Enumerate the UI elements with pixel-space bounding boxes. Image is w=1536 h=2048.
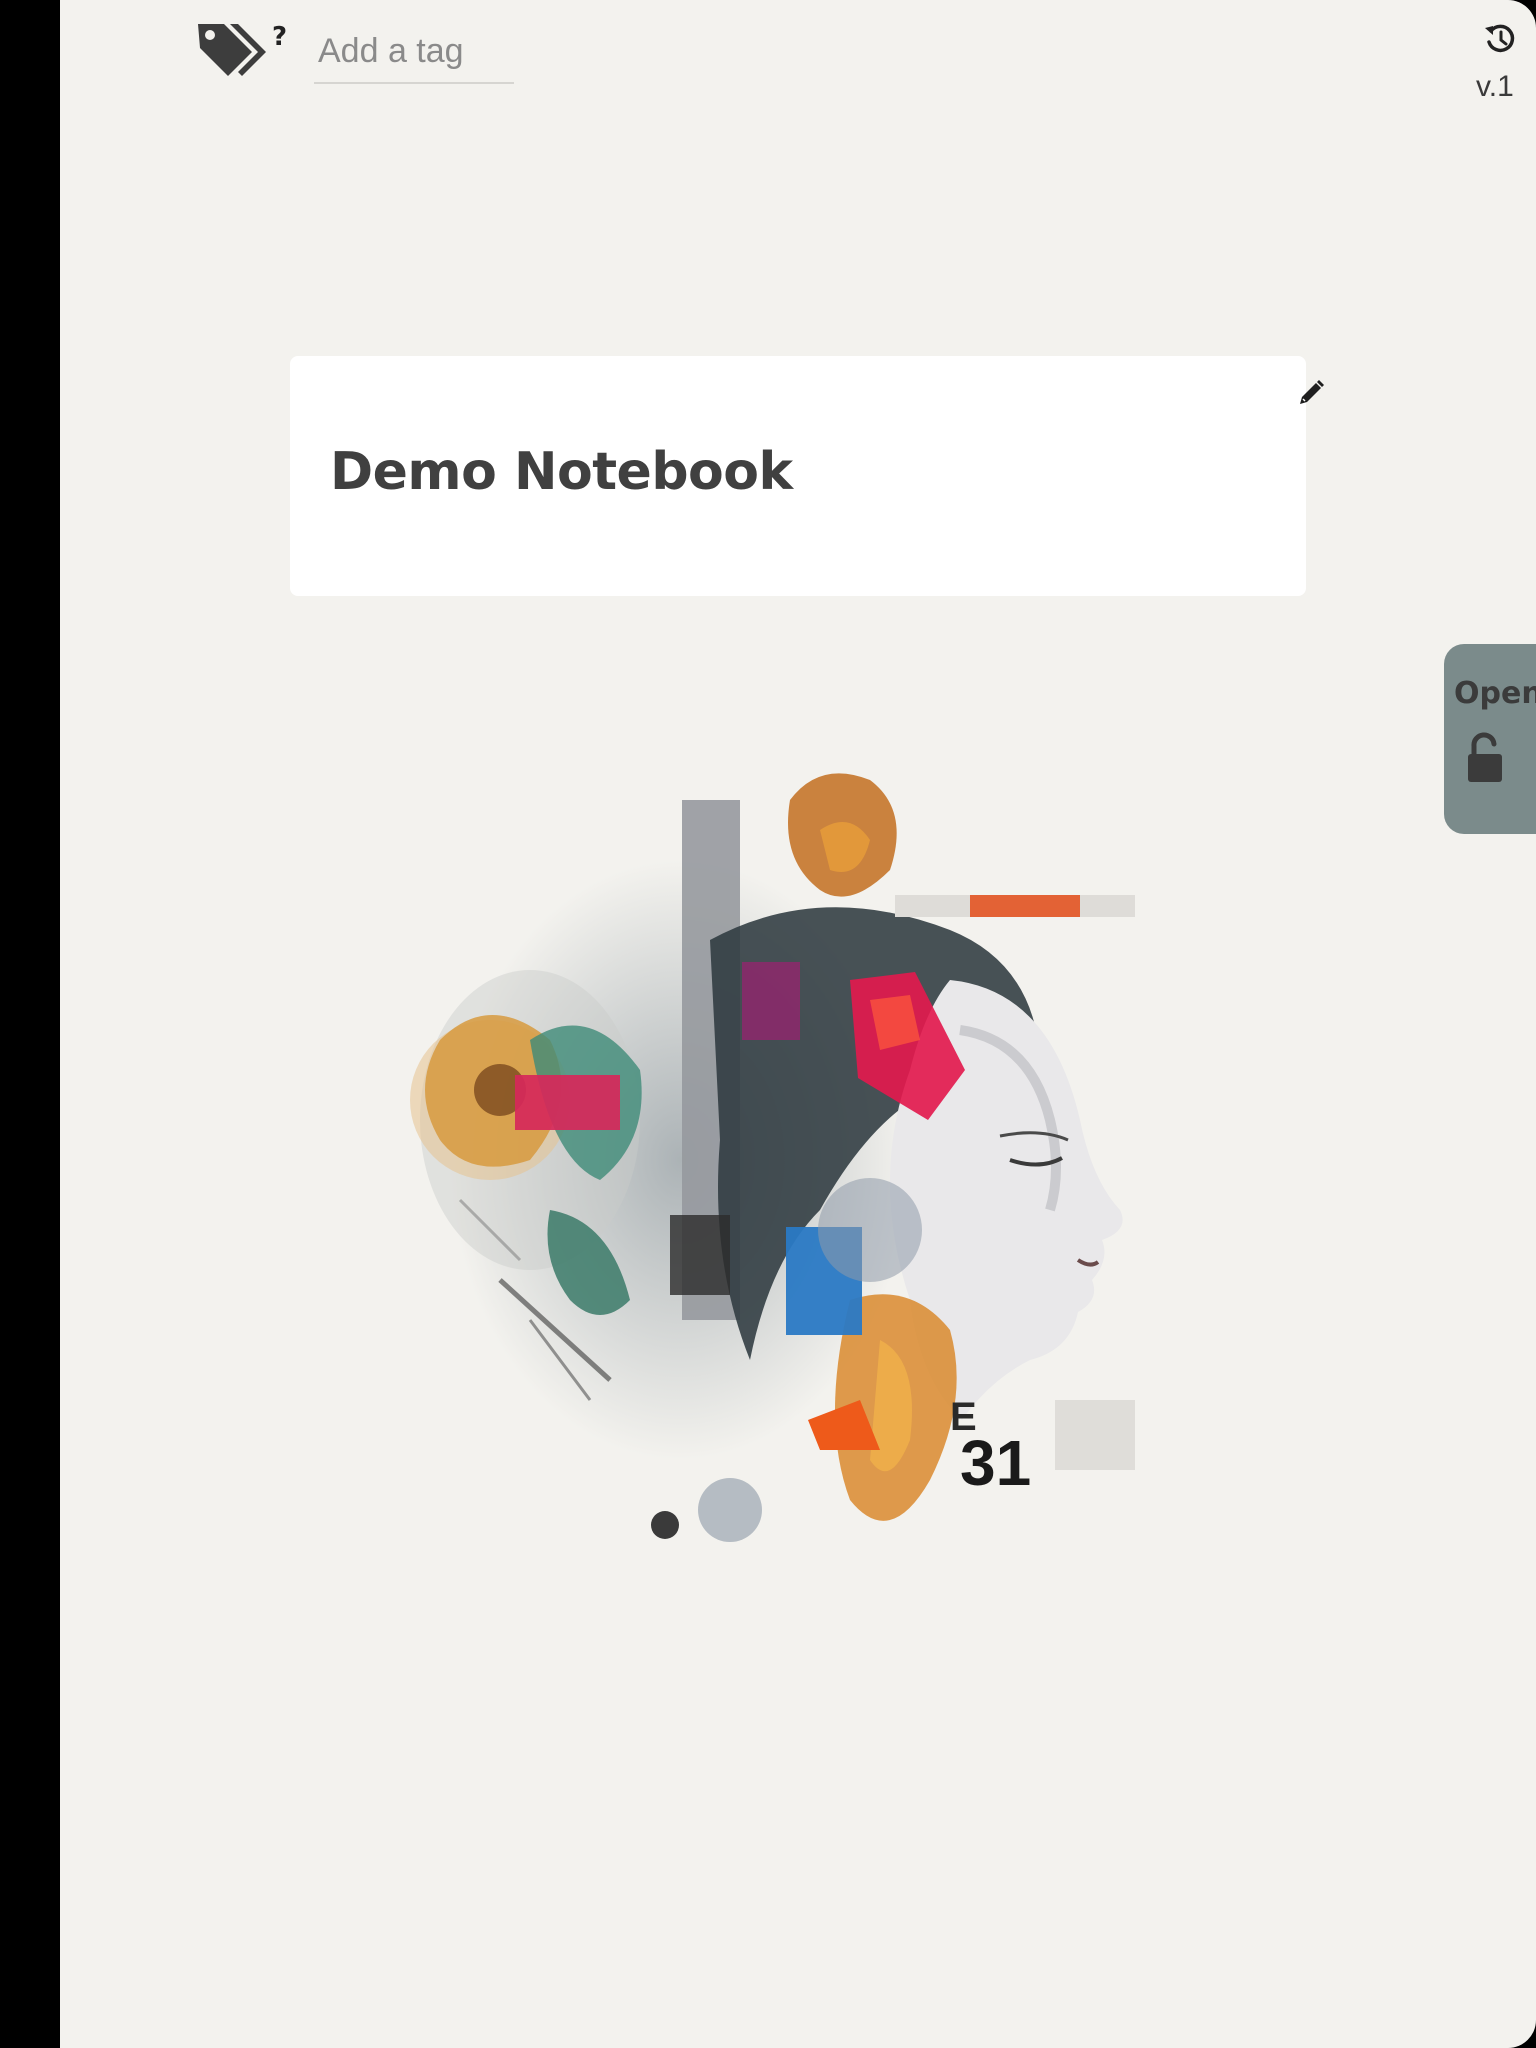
tag-help-icon[interactable]: ? [272, 22, 287, 52]
history-icon[interactable] [1483, 22, 1517, 56]
svg-text:E: E [950, 1395, 977, 1439]
unlocked-padlock-icon [1468, 732, 1502, 782]
notebook-title-card: Demo Notebook [290, 356, 1324, 596]
pencil-icon[interactable] [1296, 378, 1326, 408]
tag-input[interactable] [314, 20, 514, 84]
status-label: Open [1454, 676, 1536, 711]
version-label[interactable]: v.1 [1476, 70, 1514, 104]
status-tab-open[interactable]: Open [1444, 644, 1536, 834]
notebook-page: ? v.1 Demo Notebook Open [60, 0, 1536, 2048]
tags-icon[interactable] [194, 18, 270, 84]
notebook-title: Demo Notebook [330, 442, 793, 502]
cover-image: 31 E [410, 773, 1135, 1542]
